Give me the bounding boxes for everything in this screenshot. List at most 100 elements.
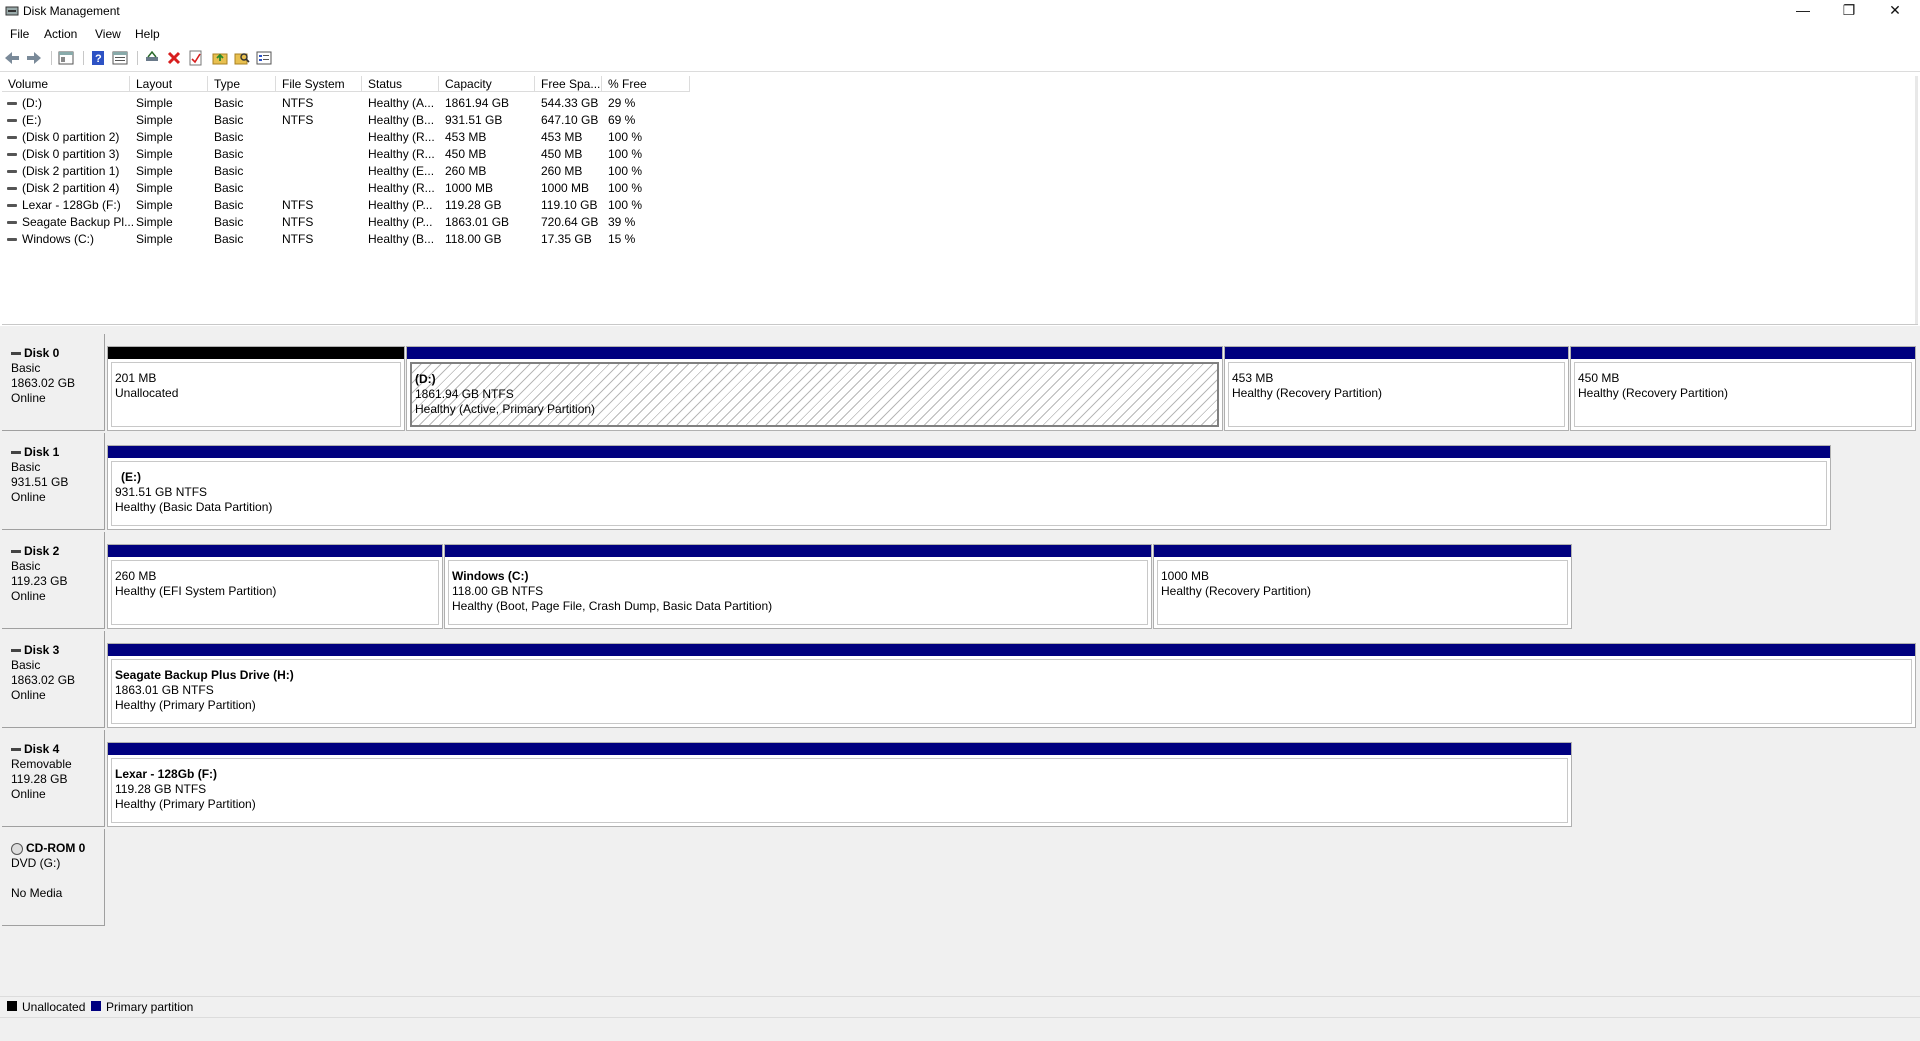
partition-block[interactable]: (D:) 1861.94 GB NTFS Healthy (Active, Pr… <box>406 346 1223 431</box>
check-icon[interactable] <box>187 49 205 67</box>
cell-percent-free: 29 % <box>608 96 636 110</box>
partition-block[interactable]: 1000 MB Healthy (Recovery Partition) <box>1153 544 1572 629</box>
drive-icon <box>7 119 17 122</box>
partition-status: Healthy (Basic Data Partition) <box>115 500 273 514</box>
minimize-button[interactable]: — <box>1780 0 1826 22</box>
partition-block[interactable]: 453 MB Healthy (Recovery Partition) <box>1224 346 1569 431</box>
partition-block[interactable]: Lexar - 128Gb (F:) 119.28 GB NTFS Health… <box>107 742 1572 827</box>
partition-block[interactable]: Seagate Backup Plus Drive (H:) 1863.01 G… <box>107 643 1916 728</box>
cell-type: Basic <box>214 181 244 195</box>
cell-status: Healthy (P... <box>368 215 433 229</box>
disk-label[interactable]: Disk 1 Basic 931.51 GB Online <box>2 433 105 530</box>
disk-label[interactable]: Disk 0 Basic 1863.02 GB Online <box>2 334 105 431</box>
disk-label[interactable]: CD-ROM 0 DVD (G:) No Media <box>2 829 105 926</box>
svg-text:?: ? <box>95 53 102 65</box>
volume-row[interactable]: Lexar - 128Gb (F:) Simple Basic NTFS Healthy… <box>2 197 702 214</box>
column-header-free-space[interactable]: Free Spa... <box>535 76 602 92</box>
cell-capacity: 260 MB <box>445 164 487 178</box>
disk-label[interactable]: Disk 4 Removable 119.28 GB Online <box>2 730 105 827</box>
drive-icon <box>7 102 17 105</box>
cell-percent-free: 100 % <box>608 147 643 161</box>
cell-percent-free: 100 % <box>608 198 643 212</box>
console-tree-icon[interactable] <box>57 49 75 67</box>
partition-block[interactable]: (E:) 931.51 GB NTFS Healthy (Basic Data … <box>107 445 1831 530</box>
partition-status: Healthy (Primary Partition) <box>115 797 256 811</box>
volume-list-scrollbar[interactable] <box>1915 76 1918 324</box>
cell-free-space: 720.64 GB <box>541 215 599 229</box>
cell-status: Healthy (E... <box>368 164 435 178</box>
partition-body: 450 MB Healthy (Recovery Partition) <box>1574 362 1912 427</box>
help-icon[interactable]: ? <box>89 49 107 67</box>
disk-size <box>11 871 104 886</box>
restore-button[interactable]: ❐ <box>1826 0 1872 22</box>
menu-file[interactable]: File <box>10 27 29 41</box>
search-icon[interactable] <box>233 49 251 67</box>
volume-row[interactable]: (Disk 0 partition 2) Simple Basic Healthy (… <box>2 129 702 146</box>
disk-type: Basic <box>11 460 41 474</box>
volume-list-header: Volume Layout Type File System Status Ca… <box>2 76 690 93</box>
volume-list: Volume Layout Type File System Status Ca… <box>2 76 1918 325</box>
disk-status: Online <box>11 787 46 801</box>
disk-row: Disk 3 Basic 1863.02 GB Online Seagate B… <box>0 631 1920 728</box>
disk-label[interactable]: Disk 3 Basic 1863.02 GB Online <box>2 631 105 728</box>
cell-volume: Seagate Backup Pl... <box>22 215 135 229</box>
disk-map-area: Disk 0 Basic 1863.02 GB Online 201 MB Un… <box>0 326 1920 996</box>
connect-icon[interactable] <box>143 49 161 67</box>
cell-type: Basic <box>214 96 244 110</box>
partition-body: Seagate Backup Plus Drive (H:) 1863.01 G… <box>111 659 1912 724</box>
volume-row[interactable]: Seagate Backup Pl... Simple Basic NTFS Healt… <box>2 214 702 231</box>
cell-percent-free: 39 % <box>608 215 636 229</box>
cell-free-space: 453 MB <box>541 130 583 144</box>
disk-icon <box>11 352 21 356</box>
properties-icon[interactable] <box>111 49 129 67</box>
column-header-volume[interactable]: Volume <box>2 76 130 92</box>
disk-size: 1863.02 GB <box>11 673 76 687</box>
delete-icon[interactable] <box>165 49 183 67</box>
volume-row[interactable]: Windows (C:) Simple Basic NTFS Healthy (B...… <box>2 231 702 248</box>
column-header-status[interactable]: Status <box>362 76 439 92</box>
folder-up-icon[interactable] <box>211 49 229 67</box>
disk-management-app-icon <box>5 6 19 16</box>
disk-status: Online <box>11 589 46 603</box>
column-header-layout[interactable]: Layout <box>130 76 208 92</box>
disk-name: Disk 0 <box>24 346 60 360</box>
disk-size: 931.51 GB <box>11 475 69 489</box>
partition-block[interactable]: Windows (C:) 118.00 GB NTFS Healthy (Boo… <box>444 544 1152 629</box>
disk-size: 119.28 GB <box>11 772 68 786</box>
close-button[interactable]: ✕ <box>1872 0 1918 22</box>
disk-status: No Media <box>11 886 63 900</box>
partition-bar-primary <box>1154 545 1571 557</box>
partition-block[interactable]: 260 MB Healthy (EFI System Partition) <box>107 544 443 629</box>
partition-block[interactable]: 201 MB Unallocated <box>107 346 405 431</box>
column-header-percent-free[interactable]: % Free <box>602 76 690 92</box>
partition-block[interactable]: 450 MB Healthy (Recovery Partition) <box>1570 346 1916 431</box>
partition-status: Healthy (Active, Primary Partition) <box>415 402 596 416</box>
volume-row[interactable]: (E:) Simple Basic NTFS Healthy (B... 931.51 G… <box>2 112 702 129</box>
partition-bar-primary <box>1571 347 1915 359</box>
column-header-file-system[interactable]: File System <box>276 76 362 92</box>
menu-view[interactable]: View <box>95 27 121 41</box>
menu-bar: File Action View Help <box>0 24 1920 44</box>
cell-status: Healthy (P... <box>368 198 433 212</box>
cell-layout: Simple <box>136 130 173 144</box>
drive-icon <box>7 221 17 224</box>
cell-status: Healthy (R... <box>368 130 435 144</box>
forward-icon[interactable] <box>25 49 43 67</box>
partition-size: 450 MB <box>1578 371 1620 385</box>
volume-row[interactable]: (Disk 2 partition 1) Simple Basic Healthy (… <box>2 163 702 180</box>
disk-icon <box>11 451 21 455</box>
disk-label[interactable]: Disk 2 Basic 119.23 GB Online <box>2 532 105 629</box>
cell-free-space: 17.35 GB <box>541 232 592 246</box>
disk-type: Basic <box>11 559 41 573</box>
disk-row: Disk 4 Removable 119.28 GB Online Lexar … <box>0 730 1920 827</box>
disk-icon <box>11 649 21 653</box>
menu-help[interactable]: Help <box>135 27 160 41</box>
column-header-type[interactable]: Type <box>208 76 276 92</box>
volume-row[interactable]: (Disk 0 partition 3) Simple Basic Healthy (… <box>2 146 702 163</box>
back-icon[interactable] <box>3 49 21 67</box>
volume-row[interactable]: (Disk 2 partition 4) Simple Basic Healthy (… <box>2 180 702 197</box>
volume-row[interactable]: (D:) Simple Basic NTFS Healthy (A... 1861.94 … <box>2 95 702 112</box>
menu-action[interactable]: Action <box>44 27 77 41</box>
list-icon[interactable] <box>255 49 273 67</box>
column-header-capacity[interactable]: Capacity <box>439 76 535 92</box>
